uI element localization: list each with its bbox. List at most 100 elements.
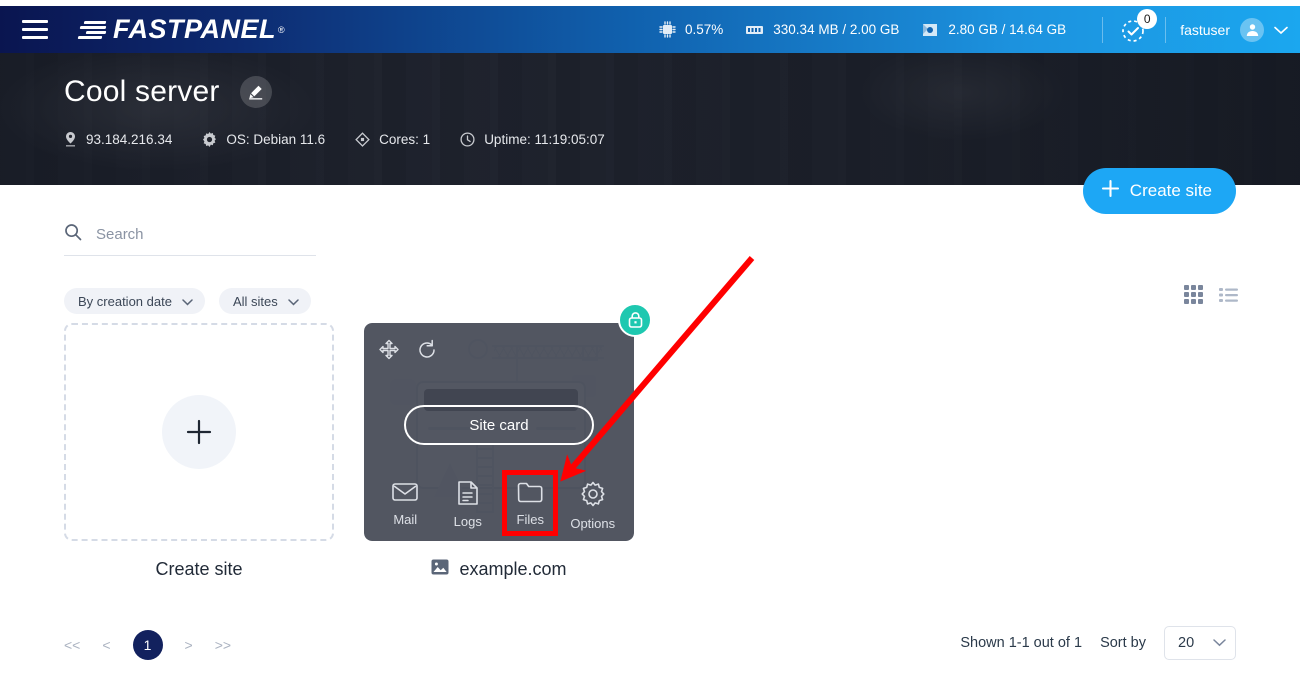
view-mode-toggle [1184,285,1238,304]
search-input[interactable] [96,226,296,243]
site-card-actions: Mail Logs Files Options [364,481,634,531]
disk-stat[interactable]: 2.80 GB / 14.64 GB [921,22,1066,38]
site-action-options-label: Options [570,516,616,531]
plus-icon [186,419,212,445]
chevron-down-icon [1213,635,1226,651]
page-size-value: 20 [1178,635,1195,651]
ram-icon [745,22,764,37]
topbar-divider-2 [1165,16,1167,43]
ssl-lock-badge[interactable] [618,303,652,337]
pagination-first[interactable]: << [64,637,80,653]
site-action-mail-label: Mail [393,512,418,527]
server-meta-row: 93.184.216.34 OS: Debian 11.6 Cores: 1 U… [64,131,1300,147]
page-size-select[interactable]: 20 [1164,626,1236,660]
disk-icon [921,22,939,38]
edit-server-name-button[interactable] [239,76,272,108]
list-view-icon[interactable] [1219,287,1238,303]
server-uptime-text: Uptime: 11:19:05:07 [484,131,605,147]
site-card-example-com[interactable]: Site card Mail Logs Files Options [364,303,652,541]
site-card-caption: example.com [364,559,634,580]
disk-value: 2.80 GB / 14.64 GB [948,22,1067,37]
site-card-button-label: Site card [469,416,529,434]
gear-icon [202,131,217,147]
chevron-down-icon [1274,22,1288,38]
site-card-button[interactable]: Site card [404,405,594,445]
server-hero-banner: Cool server 93.184.216.34 OS: Debian 11.… [0,53,1300,185]
create-site-card[interactable] [64,323,334,541]
pagination-page-1[interactable]: 1 [132,630,163,660]
topbar-divider [1102,16,1104,43]
server-ip: 93.184.216.34 [64,131,172,147]
sites-content-area: By creation date All sites [0,185,1300,688]
sort-by-label: Sort by [1100,635,1146,651]
document-icon [457,481,479,508]
server-uptime: Uptime: 11:19:05:07 [460,132,605,147]
pagination-prev[interactable]: < [102,637,110,653]
site-card-column: Site card Mail Logs Files Options exampl… [364,303,652,580]
server-title-row: Cool server [64,75,1300,109]
pagination-last[interactable]: >> [215,637,231,653]
pencil-icon [248,85,262,100]
create-site-card-caption: Create site [64,559,334,580]
filter-chips: By creation date All sites [64,288,311,314]
brand-name: FASTPANEL [113,14,277,44]
server-os-text: OS: Debian 11.6 [226,131,326,147]
user-avatar-icon [1240,17,1264,42]
registered-trademark: ® [278,24,285,35]
grid-view-icon[interactable] [1184,285,1203,304]
image-icon [431,559,449,580]
plus-icon [1101,179,1120,203]
footer-controls: Shown 1-1 out of 1 Sort by 20 [960,626,1236,660]
server-cores: Cores: 1 [355,132,430,147]
hamburger-menu-icon[interactable] [18,13,52,47]
site-action-logs-label: Logs [453,514,482,529]
logo-mark-icon [77,20,107,39]
cpu-icon [659,21,676,38]
site-action-logs[interactable]: Logs [440,481,496,531]
username-label: fastuser [1180,21,1230,38]
chevron-down-icon [288,294,299,309]
server-os: OS: Debian 11.6 [202,131,326,147]
create-site-plus-circle [162,395,236,469]
filter-sort-label: By creation date [78,293,172,309]
shown-count-label: Shown 1-1 out of 1 [960,635,1083,651]
location-pin-icon [64,131,77,147]
fastpanel-logo[interactable]: FASTPANEL ® [77,14,285,44]
hero-content: Cool server 93.184.216.34 OS: Debian 11.… [0,53,1300,147]
site-name-label: example.com [459,559,567,579]
site-card-top-icons [378,339,438,361]
filter-all-sites-label: All sites [232,293,278,309]
create-site-card-label: Create site [155,559,243,579]
site-action-options[interactable]: Options [565,481,621,531]
search-line [64,223,316,256]
pagination: << < 1 > >> [64,630,231,660]
page-title: Cool server [64,75,220,108]
site-card-inner: Site card Mail Logs Files Options [364,323,634,541]
move-icon[interactable] [378,339,400,361]
chevron-down-icon [182,294,193,309]
top-navigation-bar: FASTPANEL ® 0.57% 330.34 MB / 2.00 GB 2.… [0,6,1300,53]
cpu-stat[interactable]: 0.57% [659,21,723,38]
create-site-button[interactable]: Create site [1082,168,1236,214]
search-container [64,223,316,256]
notifications-button[interactable]: 0 [1117,8,1158,47]
site-card-hover-overlay: Site card Mail Logs Files Options [364,323,634,541]
filter-all-sites[interactable]: All sites [218,288,311,314]
lock-icon [628,312,642,328]
reload-icon[interactable] [416,339,438,361]
create-site-card-column: Create site [64,323,334,580]
user-menu[interactable]: fastuser [1180,17,1288,42]
site-cards-grid: Create site Site card Mail Logs Files Op… [64,303,652,580]
site-action-mail[interactable]: Mail [377,481,433,531]
fastpanel-app: FASTPANEL ® 0.57% 330.34 MB / 2.00 GB 2.… [0,0,1300,688]
ram-stat[interactable]: 330.34 MB / 2.00 GB [745,22,899,37]
filter-sort-by-creation-date[interactable]: By creation date [64,288,205,314]
gear-icon [580,481,606,510]
pagination-next[interactable]: > [185,637,193,653]
create-site-button-label: Create site [1129,181,1212,200]
server-ip-text: 93.184.216.34 [86,131,173,147]
diamond-icon [355,131,370,147]
server-cores-text: Cores: 1 [379,131,431,147]
notification-count-badge: 0 [1137,8,1158,29]
annotation-highlight-files [502,470,558,536]
